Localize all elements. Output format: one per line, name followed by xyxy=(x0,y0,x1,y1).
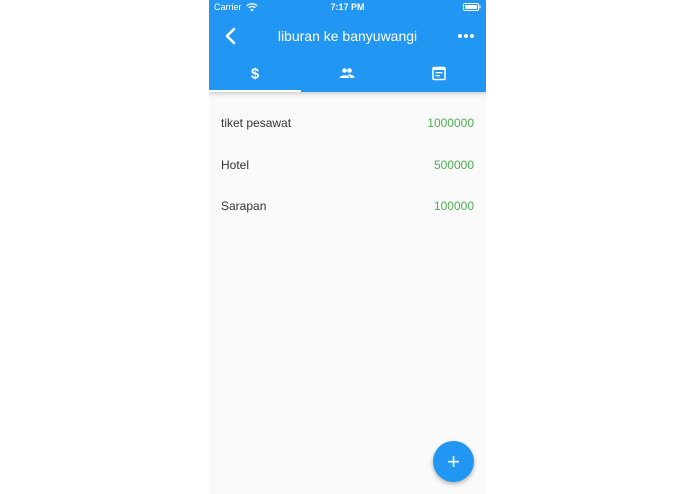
dollar-icon: $ xyxy=(251,66,260,82)
tab-indicator xyxy=(209,90,301,92)
add-icon: + xyxy=(447,449,460,474)
add-expense-button[interactable]: + xyxy=(433,441,474,482)
expense-amount: 1000000 xyxy=(427,116,474,130)
expense-list: tiket pesawat 1000000 Hotel 500000 Sarap… xyxy=(209,104,486,229)
svg-text:$: $ xyxy=(251,66,260,82)
tab-bar: $ xyxy=(209,57,486,92)
list-item[interactable]: Sarapan 100000 xyxy=(209,187,486,229)
list-item[interactable]: Hotel 500000 xyxy=(209,146,486,188)
tab-calendar[interactable] xyxy=(393,57,485,92)
status-time: 7:17 PM xyxy=(330,2,365,12)
battery-icon xyxy=(463,3,481,11)
calendar-icon xyxy=(432,66,446,81)
expense-amount: 100000 xyxy=(433,199,474,213)
phone-screen: Carrier 7:17 PM liburan ke banyuwangi $ … xyxy=(209,0,486,494)
list-item[interactable]: tiket pesawat 1000000 xyxy=(209,104,486,146)
expense-amount: 500000 xyxy=(433,157,474,172)
tab-expenses[interactable]: $ xyxy=(209,57,301,92)
expense-label: Hotel xyxy=(221,157,250,172)
people-icon xyxy=(339,68,355,78)
expense-label: Sarapan xyxy=(221,199,267,213)
back-button[interactable] xyxy=(219,24,243,48)
page-title: liburan ke banyuwangi xyxy=(277,28,418,44)
toolbar: liburan ke banyuwangi xyxy=(209,15,486,57)
tab-people[interactable] xyxy=(301,57,393,92)
status-bar: Carrier 7:17 PM xyxy=(209,0,486,15)
more-options-button[interactable] xyxy=(454,24,478,48)
app-bar: Carrier 7:17 PM liburan ke banyuwangi $ xyxy=(209,0,486,92)
expense-label: tiket pesawat xyxy=(221,116,292,130)
